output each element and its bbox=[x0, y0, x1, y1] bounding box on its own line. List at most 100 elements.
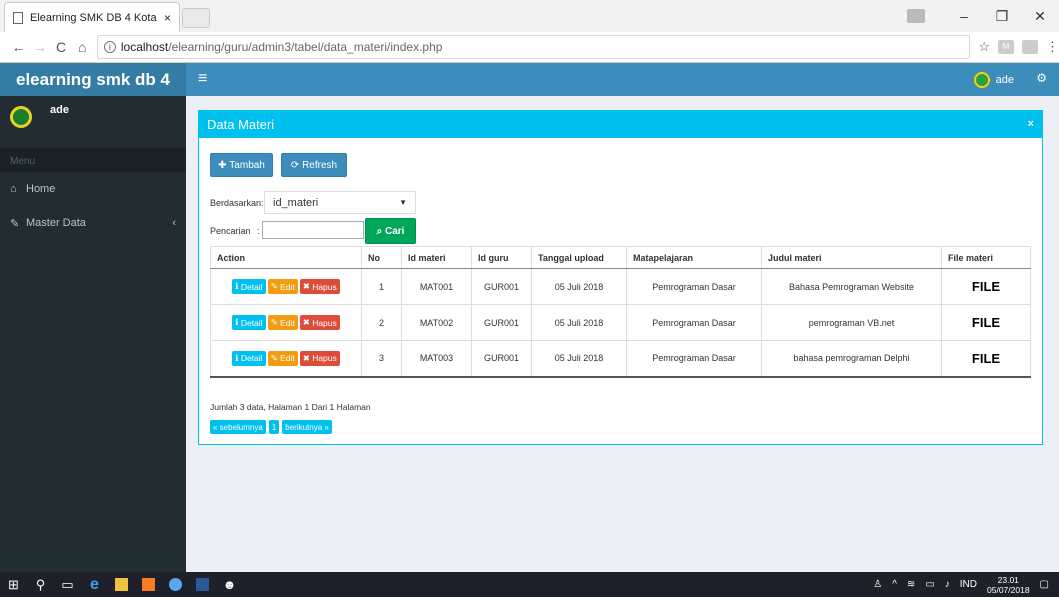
detail-button[interactable]: ℹ Detail bbox=[232, 279, 266, 294]
menu-toggle-icon[interactable]: ≡ bbox=[198, 70, 207, 88]
home-icon[interactable]: ⌂ bbox=[72, 39, 93, 55]
cell-judul: pemrograman VB.net bbox=[761, 304, 942, 341]
back-icon[interactable]: ← bbox=[8, 39, 29, 55]
minimize-button[interactable]: – bbox=[945, 8, 983, 24]
next-page-button[interactable]: berikutnya » bbox=[282, 420, 332, 434]
emoji-app-icon[interactable]: ☻ bbox=[216, 572, 243, 597]
hapus-button[interactable]: ✖ Hapus bbox=[299, 350, 340, 366]
hapus-button[interactable]: ✖ Hapus bbox=[299, 279, 340, 294]
edit-label: Edit bbox=[280, 317, 295, 328]
task-view-icon[interactable]: ▭ bbox=[54, 572, 81, 597]
file-link[interactable]: FILE bbox=[941, 304, 1031, 341]
word-icon[interactable] bbox=[189, 572, 216, 597]
user-menu[interactable]: ade bbox=[973, 72, 1014, 88]
edge-icon[interactable]: e bbox=[81, 572, 108, 597]
refresh-icon: ⟳ bbox=[290, 159, 303, 171]
window-controls: – ❐ ✕ bbox=[907, 0, 1059, 32]
chrome-icon[interactable] bbox=[162, 572, 189, 597]
action-cell: ℹ Detail ✎ Edit ✖ Hapus bbox=[210, 340, 362, 377]
tab-close-icon[interactable]: × bbox=[164, 11, 171, 25]
cell-mapel: Pemrograman Dasar bbox=[626, 268, 762, 305]
restore-button[interactable]: ❐ bbox=[983, 8, 1021, 25]
field-select[interactable]: id_materi ▼ bbox=[264, 191, 416, 214]
volume-icon[interactable]: ♪ bbox=[945, 579, 950, 590]
file-explorer-icon[interactable] bbox=[108, 572, 135, 597]
extension-icon[interactable]: M bbox=[997, 40, 1014, 54]
search-input[interactable] bbox=[262, 221, 364, 239]
clock[interactable]: 23.01 05/07/2018 bbox=[987, 575, 1030, 595]
clock-date: 05/07/2018 bbox=[987, 584, 1030, 595]
cari-button[interactable]: ⌕ Cari bbox=[365, 218, 416, 244]
tambah-button[interactable]: ✚ Tambah bbox=[210, 153, 273, 177]
edit-button[interactable]: ✎ Edit bbox=[267, 315, 298, 330]
chevron-up-icon[interactable]: ^ bbox=[892, 579, 897, 590]
sidebar-item-home[interactable]: ⌂ Home bbox=[0, 172, 186, 206]
col-id-guru: Id guru bbox=[471, 246, 532, 269]
top-navbar: ≡ ade ⚙ bbox=[186, 63, 1059, 96]
windows-start-icon[interactable]: ⊞ bbox=[0, 572, 27, 597]
close-icon[interactable]: × bbox=[1028, 118, 1034, 130]
menu-header: Menu bbox=[0, 148, 186, 172]
search-icon[interactable]: ⚲ bbox=[27, 572, 54, 597]
panel-title: Data Materi bbox=[207, 116, 275, 132]
url-input[interactable]: i localhost/elearning/guru/admin3/tabel/… bbox=[96, 35, 971, 59]
table-row: ℹ Detail ✎ Edit ✖ Hapus 1 MAT001 GUR001 … bbox=[210, 268, 1031, 305]
file-link[interactable]: FILE bbox=[941, 268, 1031, 305]
cell-judul: Bahasa Pemrograman Website bbox=[761, 268, 942, 305]
plus-icon: ✚ bbox=[218, 159, 230, 171]
tab-title: Elearning SMK DB 4 Kota bbox=[30, 11, 157, 24]
page-1-button[interactable]: 1 bbox=[268, 420, 280, 434]
materi-table: Action No Id materi Id guru Tanggal uplo… bbox=[210, 246, 1031, 378]
pencarian-label: Pencarian bbox=[210, 226, 251, 236]
cell-tanggal: 05 Juli 2018 bbox=[531, 304, 627, 341]
cell-mapel: Pemrograman Dasar bbox=[626, 340, 762, 377]
language-indicator[interactable]: IND bbox=[960, 579, 977, 590]
extension-icon[interactable] bbox=[1021, 40, 1038, 54]
info-icon[interactable]: i bbox=[103, 41, 116, 53]
detail-button[interactable]: ℹ Detail bbox=[232, 350, 266, 366]
file-link[interactable]: FILE bbox=[941, 340, 1031, 377]
sidebar-item-master-data[interactable]: ✎ Master Data ‹ bbox=[0, 206, 186, 240]
caret-down-icon: ▼ bbox=[399, 198, 407, 207]
edit-button[interactable]: ✎ Edit bbox=[267, 350, 298, 366]
people-icon[interactable]: ♙ bbox=[873, 579, 882, 590]
address-bar: ← → C ⌂ i localhost/elearning/guru/admin… bbox=[0, 32, 1059, 63]
bookmark-star-icon[interactable]: ☆ bbox=[978, 39, 990, 55]
col-no: No bbox=[361, 246, 402, 269]
cell-id-guru: GUR001 bbox=[471, 340, 532, 377]
forward-icon[interactable]: → bbox=[29, 39, 50, 55]
cari-label: Cari bbox=[384, 225, 405, 237]
gears-icon[interactable]: ⚙ bbox=[1036, 71, 1047, 85]
network-icon[interactable]: ≋ bbox=[907, 579, 915, 590]
browser-menu-icon[interactable]: ⋮ bbox=[1046, 39, 1059, 55]
action-cell: ℹ Detail ✎ Edit ✖ Hapus bbox=[210, 268, 362, 305]
battery-icon[interactable]: ▭ bbox=[925, 579, 934, 590]
notifications-icon[interactable]: ▢ bbox=[1040, 579, 1049, 590]
sidebar-item-label: Master Data bbox=[26, 217, 86, 229]
url-host: localhost bbox=[120, 40, 169, 54]
refresh-button[interactable]: ⟳ Refresh bbox=[281, 153, 347, 177]
cell-no: 3 bbox=[361, 340, 402, 377]
profile-icon[interactable] bbox=[907, 9, 925, 23]
detail-button[interactable]: ℹ Detail bbox=[232, 315, 266, 330]
xampp-icon[interactable] bbox=[135, 572, 162, 597]
app-logo[interactable]: elearning smk db 4 bbox=[0, 63, 186, 96]
hapus-button[interactable]: ✖ Hapus bbox=[299, 315, 340, 330]
cell-tanggal: 05 Juli 2018 bbox=[531, 340, 627, 377]
taskbar: ⊞ ⚲ ▭ e ☻ ♙ ^ ≋ ▭ ♪ IND 23.01 05/07/2018… bbox=[0, 572, 1059, 597]
close-window-button[interactable]: ✕ bbox=[1021, 8, 1059, 25]
edit-label: Edit bbox=[280, 281, 295, 292]
reload-icon[interactable]: C bbox=[50, 39, 71, 55]
detail-label: Detail bbox=[240, 353, 263, 364]
select-value: id_materi bbox=[273, 196, 319, 209]
home-icon: ⌂ bbox=[10, 183, 17, 195]
col-id-materi: Id materi bbox=[401, 246, 472, 269]
browser-tab[interactable]: Elearning SMK DB 4 Kota × bbox=[4, 2, 180, 32]
cell-no: 2 bbox=[361, 304, 402, 341]
prev-page-button[interactable]: « sebelumnya bbox=[210, 420, 266, 434]
url-path: /elearning/guru/admin3/tabel/data_materi… bbox=[168, 40, 443, 54]
sidebar: ade Menu ⌂ Home ✎ Master Data ‹ bbox=[0, 96, 186, 572]
refresh-label: Refresh bbox=[302, 159, 338, 171]
new-tab-button[interactable] bbox=[182, 8, 210, 28]
edit-button[interactable]: ✎ Edit bbox=[267, 279, 298, 294]
